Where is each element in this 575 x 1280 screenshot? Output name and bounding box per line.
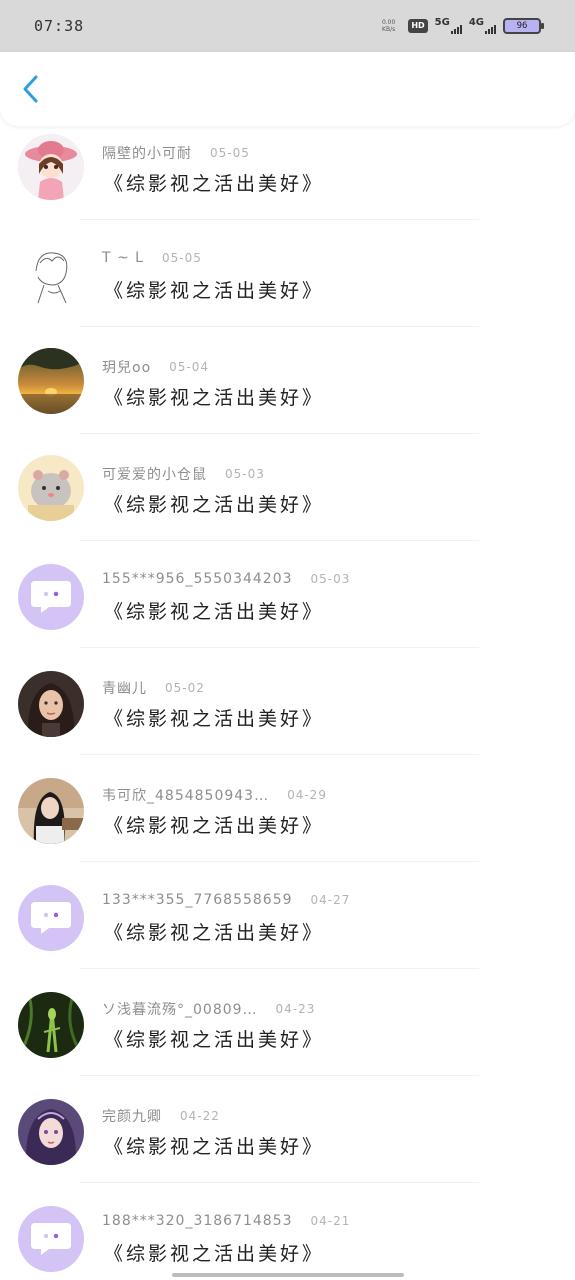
- list-item[interactable]: 133***355_7768558659 04-27 《综影视之活出美好》: [0, 875, 575, 982]
- username: T ~ L: [102, 250, 144, 266]
- status-icons: 0.00 KB/s HD 5G 4G 96: [382, 18, 544, 34]
- username: ソ浅暮流殇°_00809…: [102, 1002, 258, 1018]
- username: 隔壁的小可耐: [102, 146, 192, 162]
- network-speed-unit: KB/s: [382, 26, 396, 33]
- book-title[interactable]: 《综影视之活出美好》: [104, 918, 324, 945]
- book-title[interactable]: 《综影视之活出美好》: [104, 597, 324, 624]
- username: 韦可欣_4854850943…: [102, 788, 270, 804]
- list-item[interactable]: T ~ L 05-05 《综影视之活出美好》: [0, 233, 575, 340]
- avatar[interactable]: [18, 885, 84, 951]
- avatar[interactable]: [18, 778, 84, 844]
- divider: [80, 861, 479, 862]
- divider: [80, 540, 479, 541]
- item-meta: 188***320_3186714853 04-21: [102, 1213, 350, 1229]
- username: 青幽儿: [102, 681, 147, 697]
- date: 05-02: [165, 681, 205, 695]
- item-meta: 133***355_7768558659 04-27: [102, 892, 350, 908]
- battery-icon: 96: [503, 18, 544, 34]
- chat-bubble-icon: [31, 581, 71, 613]
- list-item[interactable]: 可爱爱的小仓鼠 05-03 《综影视之活出美好》: [0, 447, 575, 554]
- book-title[interactable]: 《综影视之活出美好》: [104, 704, 324, 731]
- avatar[interactable]: [18, 455, 84, 521]
- battery-level: 96: [516, 21, 528, 31]
- date: 05-05: [210, 146, 250, 160]
- date: 04-21: [310, 1214, 351, 1228]
- book-title[interactable]: 《综影视之活出美好》: [104, 383, 324, 410]
- status-bar: 07:38 0.00 KB/s HD 5G 4G 96: [0, 0, 575, 52]
- divider: [80, 1182, 479, 1183]
- username: 可爱爱的小仓鼠: [102, 467, 207, 483]
- avatar[interactable]: [18, 348, 84, 414]
- back-button[interactable]: [16, 74, 46, 104]
- top-nav-bar: [0, 52, 575, 126]
- list-item[interactable]: 玥兒oo 05-04 《综影视之活出美好》: [0, 340, 575, 447]
- hd-icon: HD: [408, 19, 428, 33]
- item-meta: T ~ L 05-05: [102, 250, 202, 266]
- date: 04-29: [287, 788, 327, 802]
- list-item[interactable]: 青幽儿 05-02 《综影视之活出美好》: [0, 661, 575, 768]
- book-title[interactable]: 《综影视之活出美好》: [104, 811, 324, 838]
- item-meta: 韦可欣_4854850943… 04-29: [102, 785, 327, 805]
- avatar[interactable]: [18, 134, 84, 200]
- divider: [80, 219, 479, 220]
- status-time: 07:38: [34, 17, 85, 35]
- chat-bubble-icon: [31, 1223, 71, 1255]
- divider: [80, 326, 479, 327]
- item-meta: 155***956_5550344203 05-03: [102, 571, 350, 587]
- list-item[interactable]: ソ浅暮流殇°_00809… 04-23 《综影视之活出美好》: [0, 982, 575, 1089]
- username: 玥兒oo: [102, 360, 152, 376]
- item-meta: 青幽儿 05-02: [102, 678, 205, 698]
- avatar[interactable]: [18, 564, 84, 630]
- book-title[interactable]: 《综影视之活出美好》: [104, 1239, 324, 1266]
- book-title[interactable]: 《综影视之活出美好》: [104, 276, 324, 303]
- divider: [80, 754, 479, 755]
- divider: [80, 647, 479, 648]
- chevron-left-icon: [23, 75, 38, 103]
- username: 133***355_7768558659: [102, 892, 293, 908]
- username: 155***956_5550344203: [102, 571, 293, 587]
- divider: [80, 1075, 479, 1076]
- date: 04-27: [310, 893, 351, 907]
- item-meta: 玥兒oo 05-04: [102, 357, 209, 377]
- list-item[interactable]: 188***320_3186714853 04-21 《综影视之活出美好》: [0, 1196, 575, 1280]
- avatar[interactable]: [18, 671, 84, 737]
- date: 04-22: [180, 1109, 220, 1123]
- avatar[interactable]: [18, 241, 84, 307]
- username: 完颜九卿: [102, 1109, 162, 1125]
- reader-list: 隔壁的小可耐 05-05 《综影视之活出美好》 T ~ L 05-05 《综影视…: [0, 126, 575, 1280]
- signal-4g-label: 4G: [468, 17, 484, 28]
- divider: [80, 968, 479, 969]
- date: 05-03: [310, 572, 351, 586]
- chat-bubble-icon: [31, 902, 71, 934]
- book-title[interactable]: 《综影视之活出美好》: [104, 169, 324, 196]
- book-title[interactable]: 《综影视之活出美好》: [104, 490, 324, 517]
- avatar[interactable]: [18, 992, 84, 1058]
- home-indicator[interactable]: [172, 1273, 404, 1277]
- date: 05-04: [169, 360, 210, 374]
- item-meta: 可爱爱的小仓鼠 05-03: [102, 464, 265, 484]
- signal-5g-label: 5G: [434, 17, 450, 28]
- username: 188***320_3186714853: [102, 1213, 293, 1229]
- signal-5g-icon: 5G: [435, 18, 462, 34]
- book-title[interactable]: 《综影视之活出美好》: [104, 1025, 324, 1052]
- signal-4g-icon: 4G: [469, 18, 496, 34]
- list-item[interactable]: 155***956_5550344203 05-03 《综影视之活出美好》: [0, 554, 575, 661]
- list-item[interactable]: 隔壁的小可耐 05-05 《综影视之活出美好》: [0, 126, 575, 233]
- list-item[interactable]: 韦可欣_4854850943… 04-29 《综影视之活出美好》: [0, 768, 575, 875]
- item-meta: 完颜九卿 04-22: [102, 1106, 220, 1126]
- network-speed: 0.00 KB/s: [382, 19, 395, 33]
- date: 04-23: [275, 1002, 316, 1016]
- network-speed-value: 0.00: [381, 19, 396, 26]
- date: 05-05: [161, 251, 202, 265]
- divider: [80, 433, 479, 434]
- book-title[interactable]: 《综影视之活出美好》: [104, 1132, 324, 1159]
- list-item[interactable]: 完颜九卿 04-22 《综影视之活出美好》: [0, 1089, 575, 1196]
- date: 05-03: [225, 467, 265, 481]
- avatar[interactable]: [18, 1099, 84, 1165]
- avatar[interactable]: [18, 1206, 84, 1272]
- item-meta: 隔壁的小可耐 05-05: [102, 143, 250, 163]
- item-meta: ソ浅暮流殇°_00809… 04-23: [102, 999, 315, 1019]
